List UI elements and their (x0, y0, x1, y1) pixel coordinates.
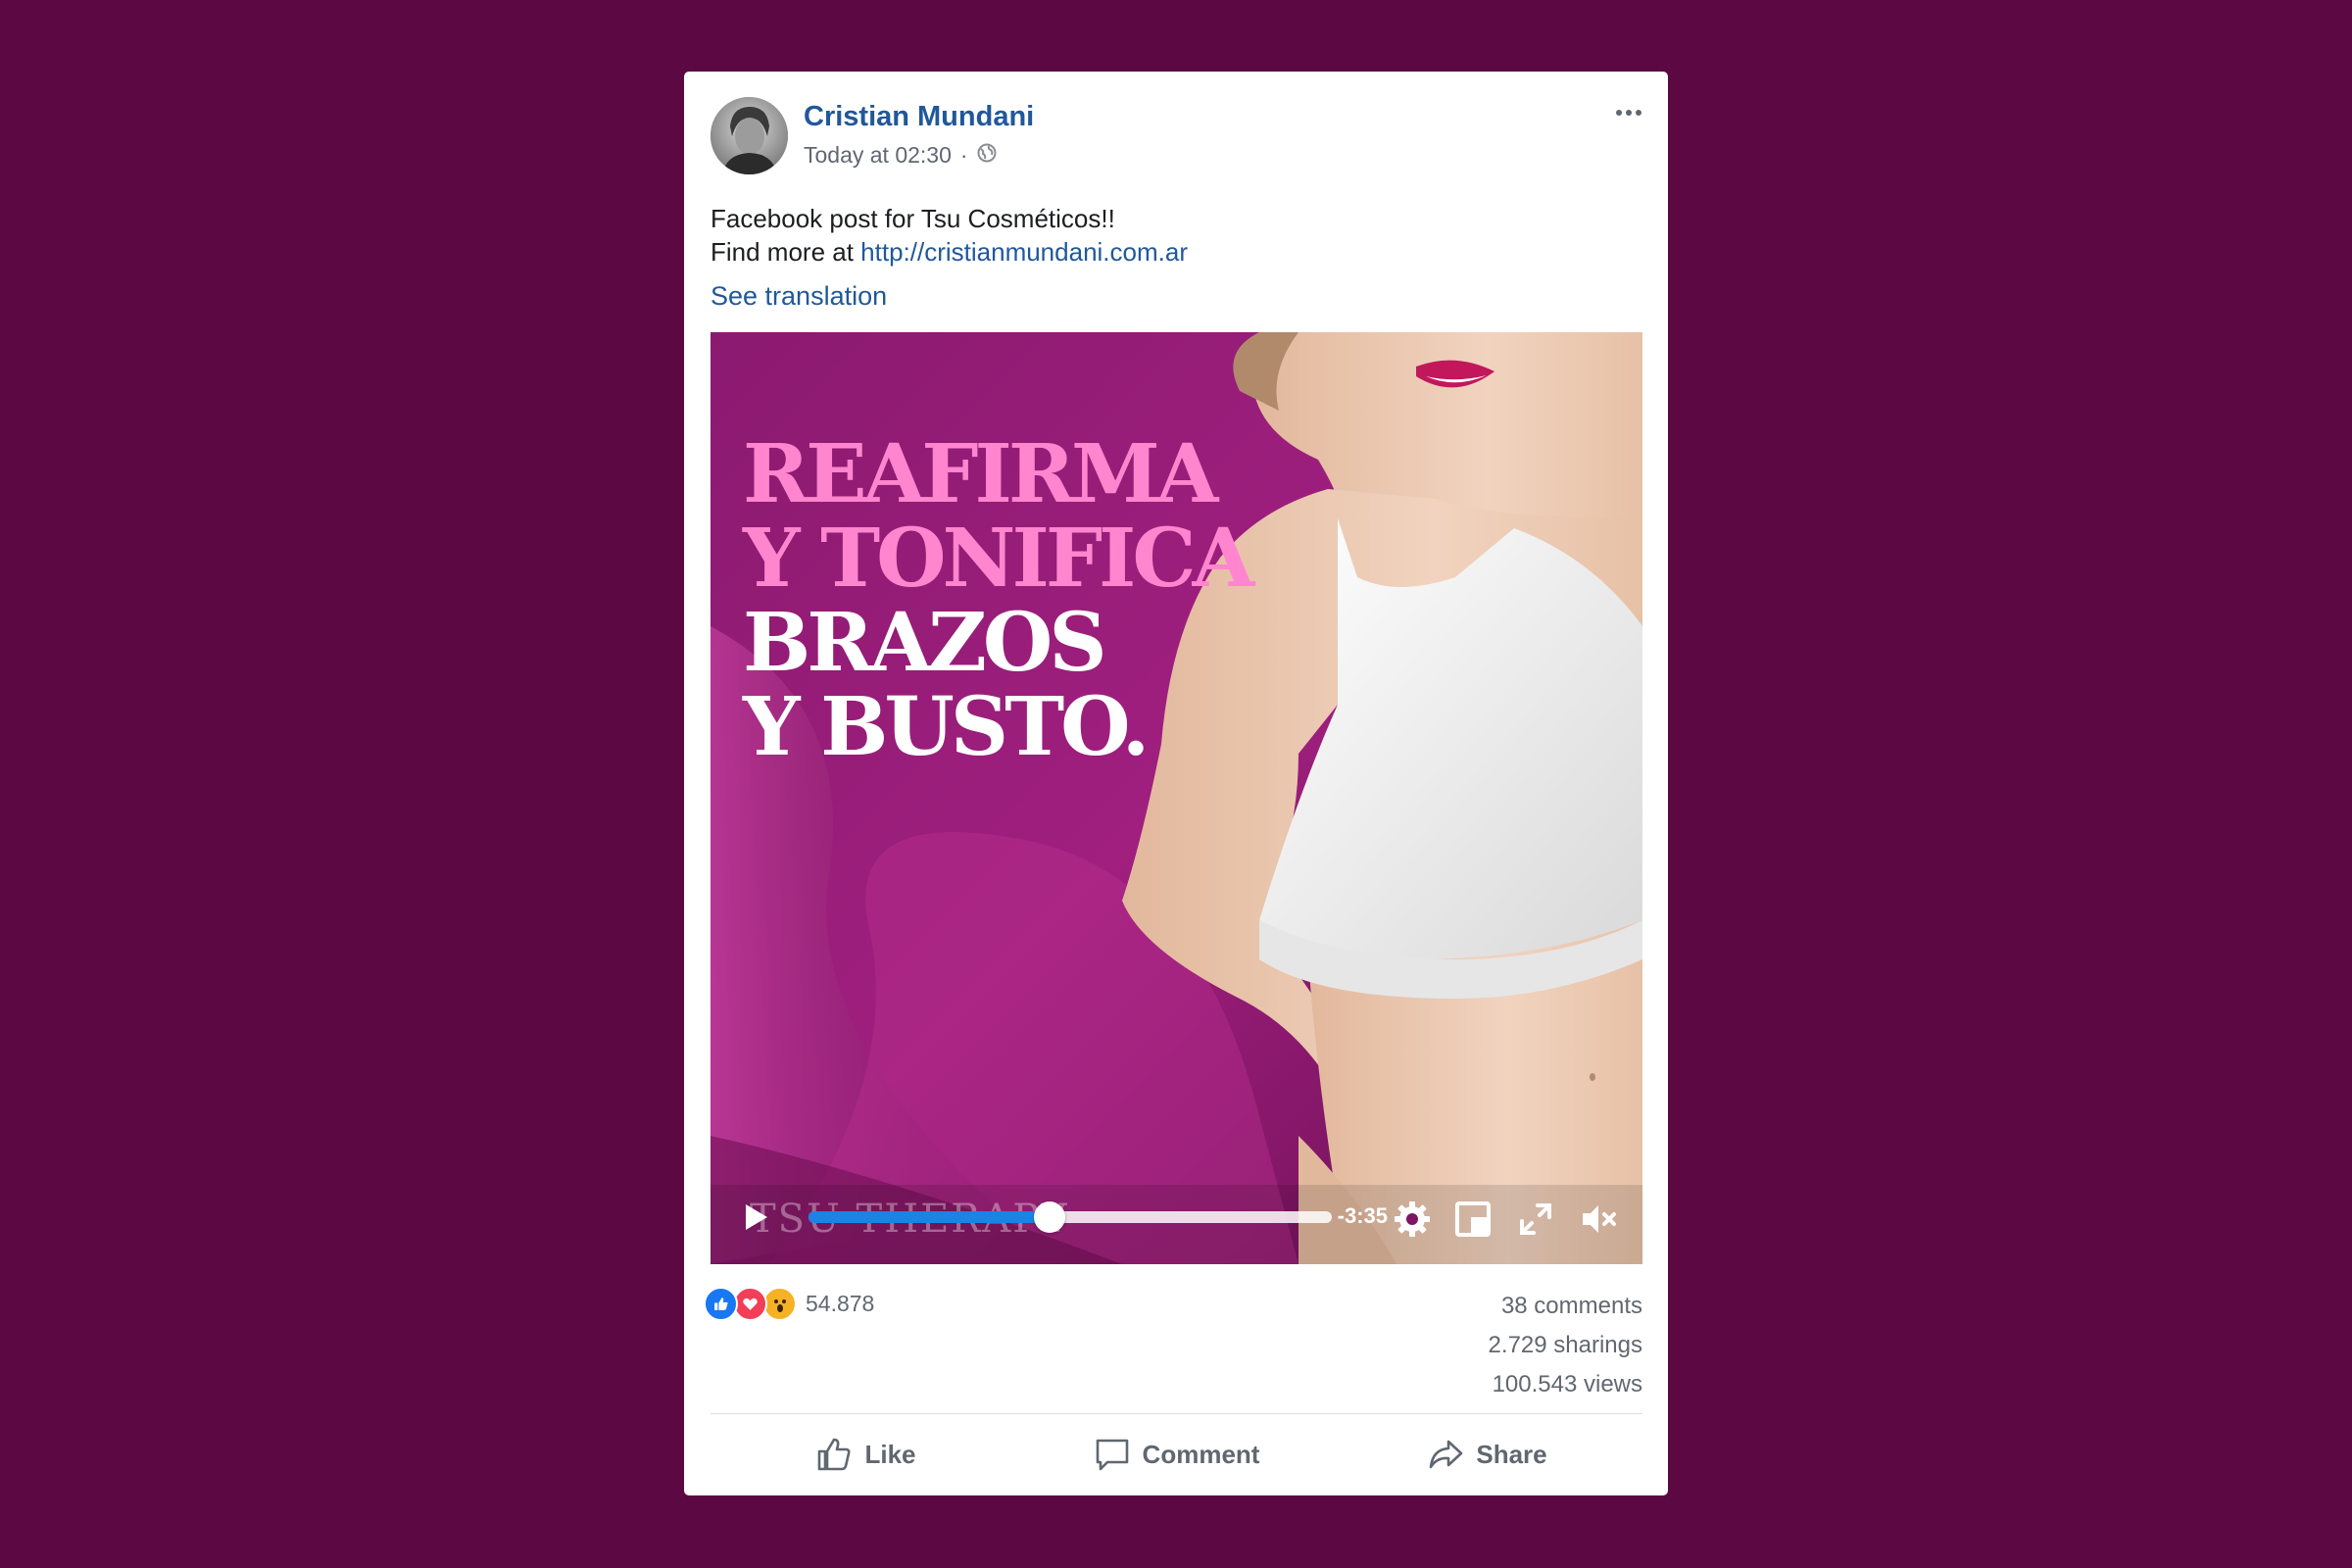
avatar[interactable] (710, 97, 788, 174)
post-text: Facebook post for Tsu Cosméticos!! Find … (710, 202, 1188, 269)
share-icon (1430, 1440, 1463, 1469)
comments-count[interactable]: 38 comments (1489, 1287, 1642, 1326)
globe-icon[interactable] (977, 142, 997, 169)
time-remaining: -3:35 (1337, 1203, 1388, 1228)
comment-button[interactable]: Comment (1021, 1425, 1332, 1484)
author-name[interactable]: Cristian Mundani (804, 101, 1034, 133)
meta-separator: · (959, 142, 968, 168)
wow-reaction-icon (762, 1287, 797, 1321)
video-progress-bar[interactable] (808, 1201, 1332, 1233)
reaction-count: 54.878 (806, 1291, 875, 1316)
reactions-summary[interactable]: 54.878 (704, 1287, 874, 1321)
post-text-line: Facebook post for Tsu Cosméticos!! (710, 204, 1115, 233)
headline-line: Y TONIFICA (743, 512, 1254, 606)
video-progress-handle[interactable] (1033, 1201, 1065, 1233)
comment-label: Comment (1142, 1439, 1260, 1469)
more-options-icon[interactable] (1611, 101, 1646, 124)
share-button[interactable]: Share (1332, 1425, 1642, 1484)
video-player[interactable]: REAFIRMA Y TONIFICA BRAZOS Y BUSTO. TSU … (710, 332, 1642, 1264)
divider (710, 1413, 1642, 1414)
headline-line: REAFIRMA (743, 427, 1218, 521)
facebook-post-card: Cristian Mundani Today at 02:30 · Facebo… (684, 72, 1668, 1495)
post-actions: Like Comment Share (710, 1425, 1642, 1484)
link-prefix: Find more at (710, 237, 861, 267)
headline-line: BRAZOS (743, 596, 1107, 690)
headline-line: Y BUSTO. (743, 680, 1150, 774)
picture-in-picture-icon[interactable] (1453, 1200, 1493, 1239)
muted-icon[interactable] (1579, 1200, 1618, 1239)
video-progress-fill (808, 1211, 1050, 1223)
website-link[interactable]: http://cristianmundani.com.ar (860, 237, 1188, 267)
engagement-stats: 38 comments 2.729 sharings 100.543 views (1489, 1287, 1642, 1404)
love-reaction-icon (733, 1287, 767, 1321)
video-headline: REAFIRMA Y TONIFICA BRAZOS Y BUSTO. (743, 427, 1254, 774)
see-translation-link[interactable]: See translation (710, 281, 887, 312)
timestamp[interactable]: Today at 02:30 (804, 142, 952, 169)
share-label: Share (1476, 1439, 1547, 1469)
fullscreen-icon[interactable] (1516, 1200, 1555, 1239)
views-count: 100.543 views (1492, 1371, 1642, 1397)
like-label: Like (864, 1439, 916, 1469)
thumbs-up-icon (818, 1438, 852, 1471)
like-reaction-icon (704, 1287, 738, 1321)
post-meta: Today at 02:30 · (804, 142, 997, 169)
post-text-line: Find more at http://cristianmundani.com.… (710, 235, 1188, 269)
comment-icon (1096, 1439, 1128, 1471)
like-button[interactable]: Like (710, 1425, 1021, 1484)
settings-icon[interactable] (1393, 1200, 1432, 1239)
play-icon[interactable] (744, 1202, 769, 1232)
shares-count[interactable]: 2.729 sharings (1489, 1326, 1642, 1365)
